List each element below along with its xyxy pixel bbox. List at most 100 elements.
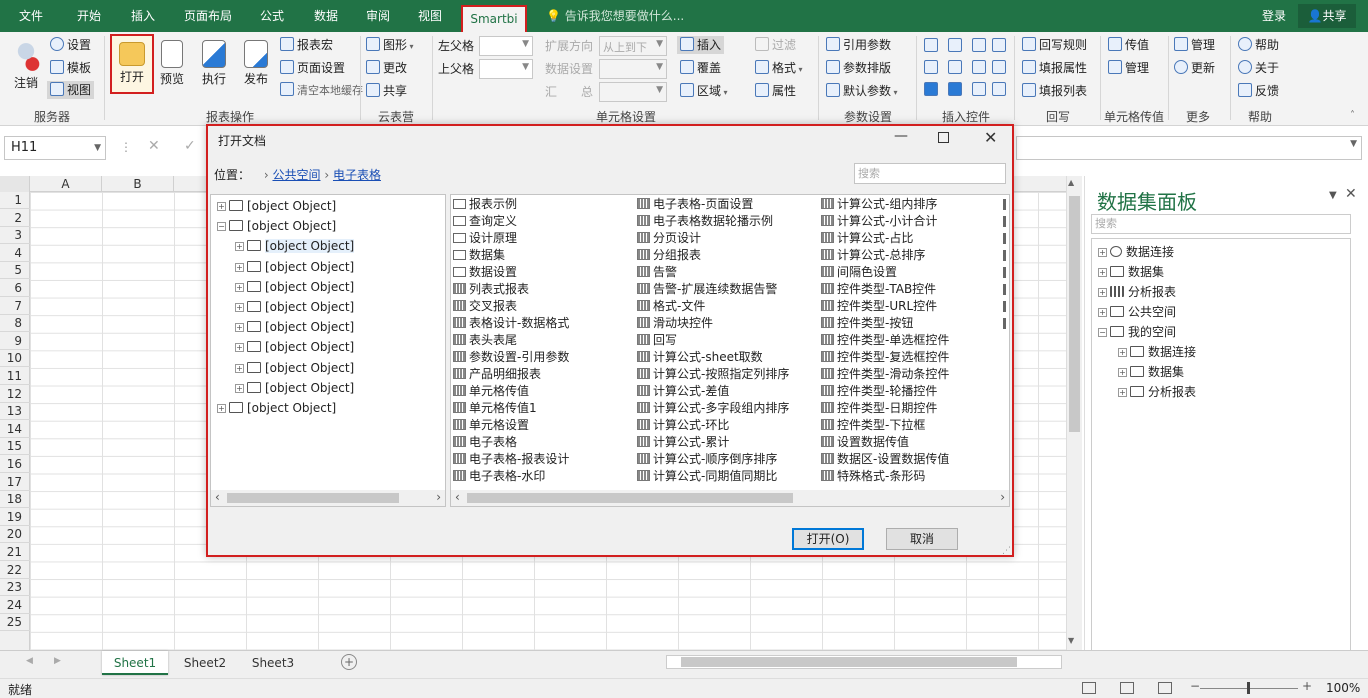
expand-icon[interactable]: +: [217, 202, 226, 211]
carousel-control-icon[interactable]: [992, 82, 1006, 96]
panel-options-icon[interactable]: ▼: [1329, 190, 1337, 201]
collapse-icon[interactable]: −: [217, 222, 226, 232]
tree-node-dataset[interactable]: + 数据集: [1098, 263, 1164, 281]
report-item[interactable]: 告警-扩展连续数据告警: [637, 281, 777, 298]
view-button[interactable]: 视图: [47, 81, 95, 99]
folder-tree-node[interactable]: + [object Object]: [235, 339, 354, 356]
report-item[interactable]: 计算公式-顺序倒序排序: [637, 451, 777, 468]
vertical-scrollbar[interactable]: ▲ ▼: [1066, 176, 1082, 650]
report-item[interactable]: 表头表尾: [453, 332, 517, 349]
row-header[interactable]: 18: [0, 491, 30, 509]
select-all-corner[interactable]: [0, 176, 30, 192]
report-item[interactable]: 单元格设置: [453, 417, 529, 434]
scroll-thumb[interactable]: [1069, 196, 1080, 432]
report-item[interactable]: 电子表格-页面设置: [637, 196, 753, 213]
name-box[interactable]: H11 ▼: [4, 136, 106, 160]
maximize-icon[interactable]: [938, 132, 949, 143]
horizontal-scrollbar[interactable]: ‹ ›: [211, 490, 445, 506]
tree-node-my-data-connection[interactable]: + 数据连接: [1118, 343, 1196, 361]
report-item[interactable]: 控件类型-复选框控件: [821, 349, 949, 366]
cover-mode-button[interactable]: 覆盖: [680, 59, 721, 77]
expand-icon[interactable]: +: [1118, 348, 1127, 357]
tree-node-data-connection[interactable]: + 数据连接: [1098, 243, 1174, 261]
folder-tree-node[interactable]: + [object Object]: [217, 198, 336, 215]
row-header[interactable]: 15: [0, 438, 30, 456]
more-manage-button[interactable]: 管理: [1174, 36, 1215, 54]
tab-home[interactable]: 开始: [66, 0, 112, 32]
row-header[interactable]: 1: [0, 192, 30, 209]
row-header[interactable]: 13: [0, 403, 30, 421]
report-item[interactable]: 单元格传值: [453, 383, 529, 400]
row-header[interactable]: 9: [0, 333, 30, 350]
ref-param-button[interactable]: 引用参数: [826, 36, 891, 54]
folder-tree-node[interactable]: + [object Object]: [235, 299, 354, 316]
row-header[interactable]: 11: [0, 368, 30, 385]
panel-search-input[interactable]: 搜索: [1091, 214, 1351, 234]
slider-control-icon[interactable]: [948, 60, 962, 74]
expand-icon[interactable]: +: [1098, 248, 1107, 257]
settings-button[interactable]: 设置: [50, 36, 91, 54]
fill-attr-button[interactable]: 填报属性: [1022, 59, 1087, 77]
folder-item[interactable]: 查询定义: [453, 213, 517, 230]
row-header[interactable]: 25: [0, 614, 30, 632]
row-header[interactable]: 23: [0, 579, 30, 597]
report-item[interactable]: 计算公式-小计合计: [821, 213, 937, 230]
report-item[interactable]: 电子表格-报表设计: [453, 451, 569, 468]
report-item[interactable]: 交叉报表: [453, 298, 517, 315]
zoom-in-icon[interactable]: +: [1302, 679, 1312, 693]
tab-file[interactable]: 文件: [8, 0, 54, 32]
resize-grip-icon[interactable]: ⋰: [1002, 546, 1011, 556]
folder-tree-node[interactable]: + [object Object]: [217, 400, 336, 417]
folder-tree-node[interactable]: + [object Object]: [235, 279, 354, 296]
sheet-tab[interactable]: Sheet1: [102, 651, 168, 675]
pass-manage-button[interactable]: 管理: [1108, 59, 1149, 77]
tree-node-my-analysis-report[interactable]: + 分析报表: [1118, 383, 1196, 401]
report-item[interactable]: 告警: [637, 264, 677, 281]
report-item[interactable]: 计算公式-差值: [637, 383, 729, 400]
open-button[interactable]: 打开: [110, 34, 154, 94]
report-item[interactable]: 控件类型-滑动条控件: [821, 366, 949, 383]
tab-page-layout[interactable]: 页面布局: [176, 0, 240, 32]
report-item[interactable]: 特殊格式-条形码: [821, 468, 925, 485]
dropdown-control-icon[interactable]: [948, 38, 962, 52]
expand-formula-icon[interactable]: ▼: [1350, 139, 1357, 149]
close-icon[interactable]: ✕: [984, 128, 997, 147]
cancel-button[interactable]: 取消: [886, 528, 958, 550]
button-control-icon[interactable]: [972, 82, 986, 96]
add-sheet-icon[interactable]: +: [341, 654, 357, 670]
scroll-right-icon[interactable]: ›: [436, 490, 441, 504]
publish-button[interactable]: 发布: [236, 36, 276, 87]
default-param-button[interactable]: 默认参数 ▾: [826, 82, 898, 102]
report-item[interactable]: 控件类型-单选框控件: [821, 332, 949, 349]
report-item[interactable]: 格式-文件: [637, 298, 705, 315]
prev-sheet-icon[interactable]: ◀: [26, 656, 33, 666]
zoom-out-icon[interactable]: −: [1190, 679, 1200, 693]
report-item[interactable]: 列表式报表: [453, 281, 529, 298]
expand-icon[interactable]: +: [1098, 268, 1107, 277]
execute-button[interactable]: 执行: [194, 36, 234, 87]
row-header[interactable]: 6: [0, 280, 30, 297]
sheet-tab[interactable]: Sheet2: [172, 651, 238, 675]
report-item[interactable]: 产品明细报表: [453, 366, 541, 383]
folder-tree-node[interactable]: + [object Object]: [235, 238, 355, 255]
text-control-icon[interactable]: [992, 38, 1006, 52]
expand-icon[interactable]: +: [235, 383, 244, 393]
report-item[interactable]: 计算公式-占比: [821, 230, 913, 247]
expand-icon[interactable]: +: [1098, 288, 1107, 297]
expand-icon[interactable]: +: [235, 262, 244, 272]
row-header[interactable]: 22: [0, 562, 30, 579]
login-link[interactable]: 登录: [1262, 0, 1286, 32]
report-item[interactable]: 控件类型-下拉框: [821, 417, 925, 434]
collapse-icon[interactable]: −: [1098, 328, 1107, 337]
tab-insert[interactable]: 插入: [120, 0, 166, 32]
report-item[interactable]: 计算公式-多字段组内排序: [637, 400, 789, 417]
filter-button[interactable]: 过滤: [755, 36, 796, 54]
chevron-down-icon[interactable]: ▼: [94, 137, 101, 159]
report-item[interactable]: 控件类型-按钮: [821, 315, 913, 332]
row-header[interactable]: 14: [0, 421, 30, 438]
tree-node-my-space[interactable]: − 我的空间: [1098, 323, 1176, 341]
report-item[interactable]: 控件类型-URL控件: [821, 298, 937, 315]
more-options-icon[interactable]: ⋮: [120, 140, 132, 154]
page-setup-button[interactable]: 页面设置: [280, 59, 345, 77]
breadcrumb-public-space[interactable]: 公共空间: [272, 168, 320, 182]
